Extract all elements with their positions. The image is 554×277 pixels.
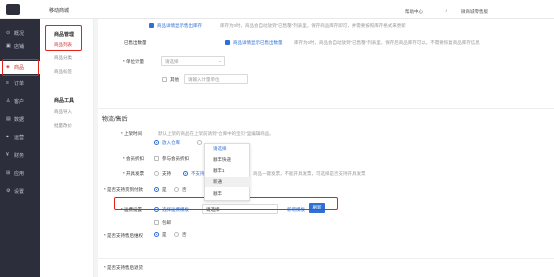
finance-icon: ¥	[6, 152, 9, 158]
operation-icon: ⌖	[6, 134, 9, 140]
shop-switcher[interactable]: 微商城零售版	[461, 9, 488, 15]
shop-icon: ▣	[6, 43, 11, 49]
sidebar-item-operation[interactable]: ⌖ 运营	[0, 131, 40, 144]
data-icon: ▤	[6, 116, 11, 122]
dropdown-option[interactable]: 新通	[205, 177, 251, 187]
sold-note: 库存为0时，商品会自动放到"已售罄"列表里，保存后商品库存可以，不需要恢复商品库…	[294, 40, 480, 45]
cod-yes-label: 是	[162, 187, 167, 192]
help-link[interactable]: 帮助中心	[405, 9, 423, 15]
after-sale-label: * 是否支持售后维权	[104, 233, 144, 238]
orders-icon: ≡	[6, 80, 9, 86]
free-shipping-checkbox[interactable]	[154, 220, 159, 225]
unit-select[interactable]: 请选择 ⌄	[161, 56, 225, 66]
sold-label: 已售出数量	[124, 40, 147, 45]
invoice-note: 商品一键发票，不能开具发票，可选择是否支持开具发票	[253, 171, 366, 176]
overview-icon: ⊙	[6, 30, 11, 36]
shelf-now-radio[interactable]	[197, 140, 202, 145]
sidebar-item-overview[interactable]: ⊙ 概况	[0, 27, 40, 40]
cod-yes-radio[interactable]	[154, 187, 159, 192]
sidebar-item-finance[interactable]: ¥ 财务	[0, 149, 40, 162]
cod-no-label: 否	[182, 187, 187, 192]
other-unit-checkbox[interactable]	[162, 77, 167, 82]
subnav-highlight-box	[45, 25, 82, 51]
stock-display-label: 商品详情显示售出库存	[157, 23, 202, 28]
after-sale-no-radio[interactable]	[174, 232, 179, 237]
apps-icon: ⊞	[6, 170, 11, 176]
other-unit-input[interactable]: 请输入计量单位	[184, 74, 248, 84]
after-sale-yes-radio[interactable]	[154, 232, 159, 237]
section-divider	[98, 108, 554, 109]
bell-icon[interactable]: ♪	[445, 8, 448, 14]
app-title: 移动商城	[49, 8, 70, 14]
chevron-down-icon: ⌄	[218, 58, 222, 63]
member-checkbox[interactable]	[154, 156, 159, 161]
dropdown-option[interactable]: 顺丰快递	[205, 155, 251, 165]
free-shipping-label: 包邮	[162, 220, 171, 225]
invoice-no-label: 不支持	[191, 171, 205, 176]
invoice-yes-label: 支持	[162, 171, 171, 176]
member-label: * 会员折扣	[123, 156, 145, 161]
sidebar-item-apps[interactable]: ⊞ 应用	[0, 167, 40, 180]
sidebar-item-settings[interactable]: ⚙ 设置	[0, 185, 40, 198]
dropdown-option[interactable]: 请选择	[205, 144, 251, 154]
invoice-yes-radio[interactable]	[154, 171, 159, 176]
after-sale-yes-label: 是	[162, 232, 167, 237]
app-logo	[6, 4, 20, 15]
sidebar-highlight-box	[2, 59, 39, 76]
subnav-group-tools: 商品工具	[54, 98, 75, 104]
other-unit-label: 其他	[170, 77, 179, 82]
sidebar-item-data[interactable]: ▤ 数据	[0, 113, 40, 126]
cod-label: * 是否支持货到付款	[104, 187, 144, 192]
gear-icon: ⚙	[6, 188, 11, 194]
sub-nav: 商品管理 商品列表 商品分类 商品标签 商品工具 商品导入 批量改价	[40, 19, 94, 277]
stock-display-checkbox[interactable]	[149, 23, 154, 28]
sold-display-label: 商品详情显示已售出数量	[233, 40, 283, 45]
main-sidebar: ⊙ 概况 ▣ 店铺 ◈ 商品 ≡ 订单 ♙ 客户 ▤ 数据 ⌖ 运营 ¥ 财务 ⊞ 应用 ⚙ 设置	[0, 19, 40, 277]
customer-icon: ♙	[6, 98, 11, 104]
shelf-time-label: * 上架时间	[121, 131, 143, 136]
subnav-item-price[interactable]: 批量改价	[54, 123, 72, 129]
invoice-label: * 开具发票	[123, 171, 145, 176]
shipping-template-dropdown: 请选择 顺丰快递 顺丰1 新通 顺丰	[204, 143, 251, 201]
shelf-time-note: 默认上架的商品在上架前请到"仓库中的宝贝"里编辑商品。	[158, 131, 274, 136]
section-divider-bottom	[98, 258, 554, 259]
member-option: 参与会员折扣	[162, 156, 189, 161]
dropdown-option[interactable]: 顺丰	[205, 189, 251, 199]
subnav-item-category[interactable]: 商品分类	[54, 55, 72, 61]
shelf-warehouse-label: 放入仓库	[162, 140, 180, 145]
after-sale-no-label: 否	[182, 232, 187, 237]
goods-edit-form: 商品详情显示售出库存 库存为0时，商品会自动放到"已售罄"列表里，保存商品库存即…	[98, 19, 554, 277]
subnav-item-import[interactable]: 商品导入	[54, 109, 72, 115]
stock-note: 库存为0时，商品会自动放到"已售罄"列表里，保存商品库存即可，并需要按照库存格式…	[220, 23, 406, 28]
return-label: * 是否支持售后退货	[104, 265, 144, 270]
sold-display-checkbox[interactable]	[225, 40, 230, 45]
unit-label: * 单位计量	[123, 59, 145, 64]
sidebar-item-orders[interactable]: ≡ 订单	[0, 77, 40, 90]
dropdown-option[interactable]: 顺丰1	[205, 166, 251, 176]
shelf-warehouse-radio[interactable]	[154, 140, 159, 145]
invoice-no-radio[interactable]	[183, 171, 188, 176]
top-bar: 移动商城 帮助中心 ♪ 微商城零售版	[0, 0, 554, 19]
sidebar-item-customers[interactable]: ♙ 客户	[0, 95, 40, 108]
logistics-section-title: 物流/售后	[102, 117, 128, 123]
subnav-item-tags[interactable]: 商品标签	[54, 69, 72, 75]
sidebar-item-shop[interactable]: ▣ 店铺	[0, 40, 40, 53]
cod-no-radio[interactable]	[174, 187, 179, 192]
